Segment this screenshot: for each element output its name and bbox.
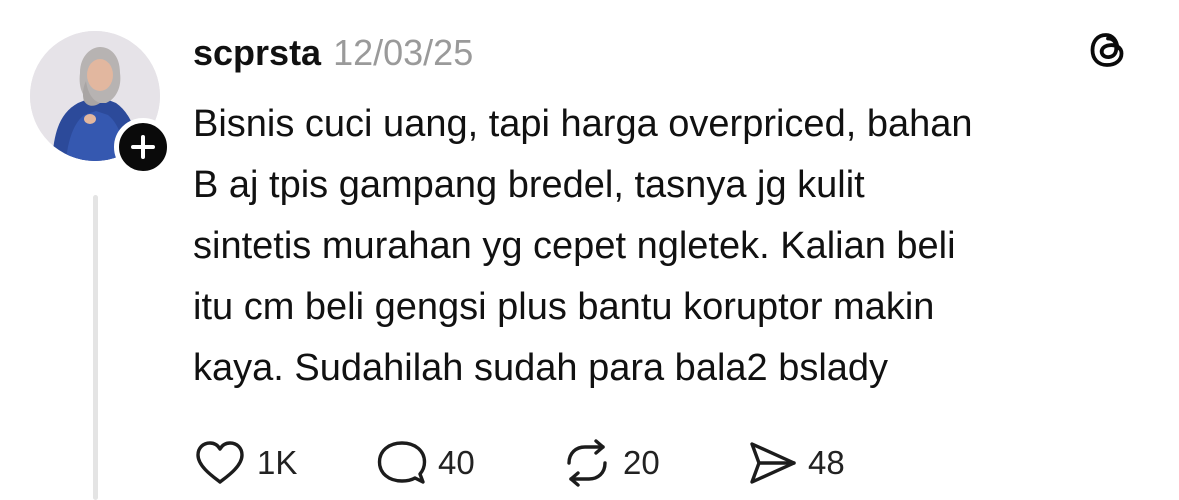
plus-icon [131, 135, 155, 159]
thread-line [93, 195, 98, 500]
timestamp: 12/03/25 [333, 32, 474, 73]
post-text: Bisnis cuci uang, tapi harga overpriced,… [193, 103, 973, 389]
threads-logo-icon[interactable] [1085, 27, 1131, 73]
send-icon [750, 442, 796, 484]
reply-button[interactable]: 40 [376, 437, 475, 489]
repost-count: 20 [623, 444, 660, 481]
repost-arrows-icon [567, 439, 607, 487]
follow-button[interactable] [114, 118, 172, 176]
post-header: scprsta 12/03/25 [193, 28, 473, 78]
reply-count: 40 [438, 444, 475, 481]
share-count: 48 [808, 444, 845, 481]
speech-bubble-icon [377, 441, 427, 484]
repost-button[interactable]: 20 [561, 437, 660, 489]
like-count: 1K [257, 444, 298, 481]
share-button[interactable]: 48 [746, 437, 845, 489]
username[interactable]: scprsta [193, 32, 321, 74]
heart-icon [196, 441, 244, 484]
like-button[interactable]: 1K [193, 437, 297, 489]
